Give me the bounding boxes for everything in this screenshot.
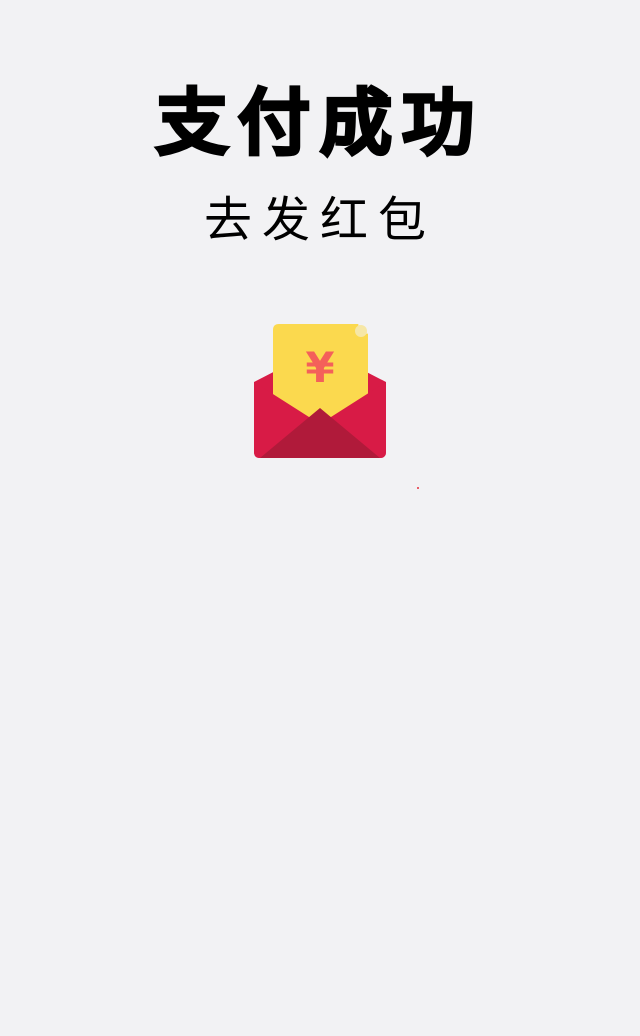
send-red-packet-button[interactable]: ¥ bbox=[248, 318, 392, 464]
currency-symbol: ¥ bbox=[305, 343, 334, 392]
decorative-dot bbox=[417, 487, 419, 489]
red-envelope-icon: ¥ bbox=[254, 324, 386, 458]
send-red-packet-text[interactable]: 去发红包 bbox=[0, 188, 640, 252]
page-title: 支付成功 bbox=[154, 80, 484, 167]
payment-success-page: 支付成功 去发红包 ¥ bbox=[0, 0, 640, 1036]
